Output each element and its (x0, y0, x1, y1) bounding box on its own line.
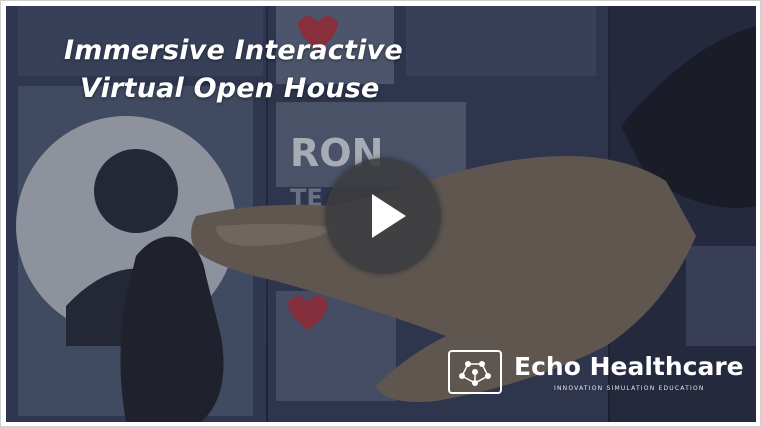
video-embed-frame: RON TE Immersive Interactive Virtual Ope… (0, 0, 761, 427)
video-title-line1: Immersive Interactive (64, 35, 403, 66)
brand-logo-lockup: Echo Healthcare INNOVATION SIMULATION ED… (448, 350, 748, 400)
brand-tagline: INNOVATION SIMULATION EDUCATION (554, 385, 705, 392)
video-player[interactable]: RON TE Immersive Interactive Virtual Ope… (6, 6, 756, 422)
brand-name: Echo Healthcare (514, 352, 744, 381)
play-icon (372, 194, 406, 238)
echo-molecule-logo-icon (448, 350, 502, 394)
play-button[interactable] (325, 158, 441, 274)
video-title-line2: Virtual Open House (80, 73, 380, 104)
video-title: Immersive Interactive Virtual Open House (64, 32, 403, 108)
